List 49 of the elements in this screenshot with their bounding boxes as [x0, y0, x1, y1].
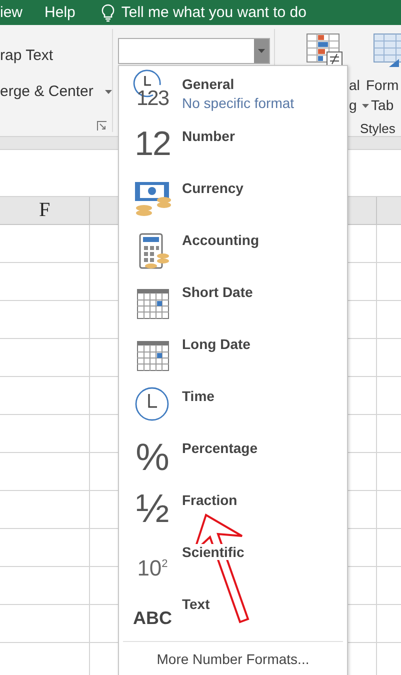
percent-icon: % [136, 439, 170, 477]
menu-item-label: Long Date [182, 336, 250, 352]
menu-item[interactable]: 12 Number [119, 118, 347, 170]
menu-item[interactable]: ABC Text [119, 586, 347, 638]
number-format-field[interactable] [118, 38, 270, 64]
ribbon-button-label[interactable]: g [349, 95, 369, 115]
menu-item-label: Text [182, 596, 210, 612]
menu-item-label: Scientific [182, 544, 244, 560]
menu-item[interactable]: ½ Fraction [119, 482, 347, 534]
number-format-icon: 12 [134, 127, 170, 161]
menu-item-label: Short Date [182, 284, 253, 300]
menu-item-label: Number [182, 128, 235, 144]
conditional-formatting-icon[interactable] [306, 33, 344, 67]
dialog-launcher-icon[interactable] [97, 121, 107, 131]
exponent-icon: 10$^{2}$ [137, 551, 168, 582]
table-icon[interactable] [373, 33, 401, 67]
fraction-icon: ½ [136, 489, 170, 529]
ribbon-tab[interactable]: iew [0, 4, 23, 21]
dropdown-button[interactable] [254, 39, 269, 63]
text-format-icon: ABC [133, 607, 172, 629]
clock-icon [134, 385, 172, 423]
lightbulb-icon [101, 4, 116, 22]
ribbon-button[interactable]: rap Text [0, 44, 112, 66]
menu-item-label: Accounting [182, 232, 259, 248]
menu-item[interactable]: % Percentage [119, 430, 347, 482]
menu-item[interactable]: Time [119, 378, 347, 430]
menu-item[interactable]: Currency [119, 170, 347, 222]
ribbon-button-label[interactable]: Form [366, 75, 399, 95]
ribbon-tab[interactable]: Help [44, 4, 76, 21]
menu-item[interactable]: Accounting [119, 222, 347, 274]
calendar-icon [136, 289, 168, 319]
ribbon-button-label[interactable]: Tab [371, 95, 394, 115]
menu-item-label: Percentage [182, 440, 258, 456]
menu-item[interactable]: Short Date [119, 274, 347, 326]
menu-item-label: General [182, 76, 234, 92]
currency-icon [134, 181, 172, 219]
tell-me-search[interactable]: Tell me what you want to do [121, 4, 306, 21]
menu-item-label: Time [182, 388, 214, 404]
ribbon-button-label[interactable]: al [349, 75, 360, 95]
menu-item-label: Fraction [182, 492, 238, 508]
caret-icon [258, 49, 265, 53]
menu-item-description: No specific format [182, 95, 294, 111]
menu-item[interactable]: 10$^{2}$ Scientific [119, 534, 347, 586]
ribbon-button[interactable]: erge & Center [0, 80, 112, 102]
menu-item[interactable]: Long Date [119, 326, 347, 378]
group-label: Styles [360, 121, 396, 136]
calendar-icon [136, 341, 168, 371]
menu-item-label: Currency [182, 180, 244, 196]
more-formats-link[interactable]: More Number Formats... [156, 651, 310, 667]
